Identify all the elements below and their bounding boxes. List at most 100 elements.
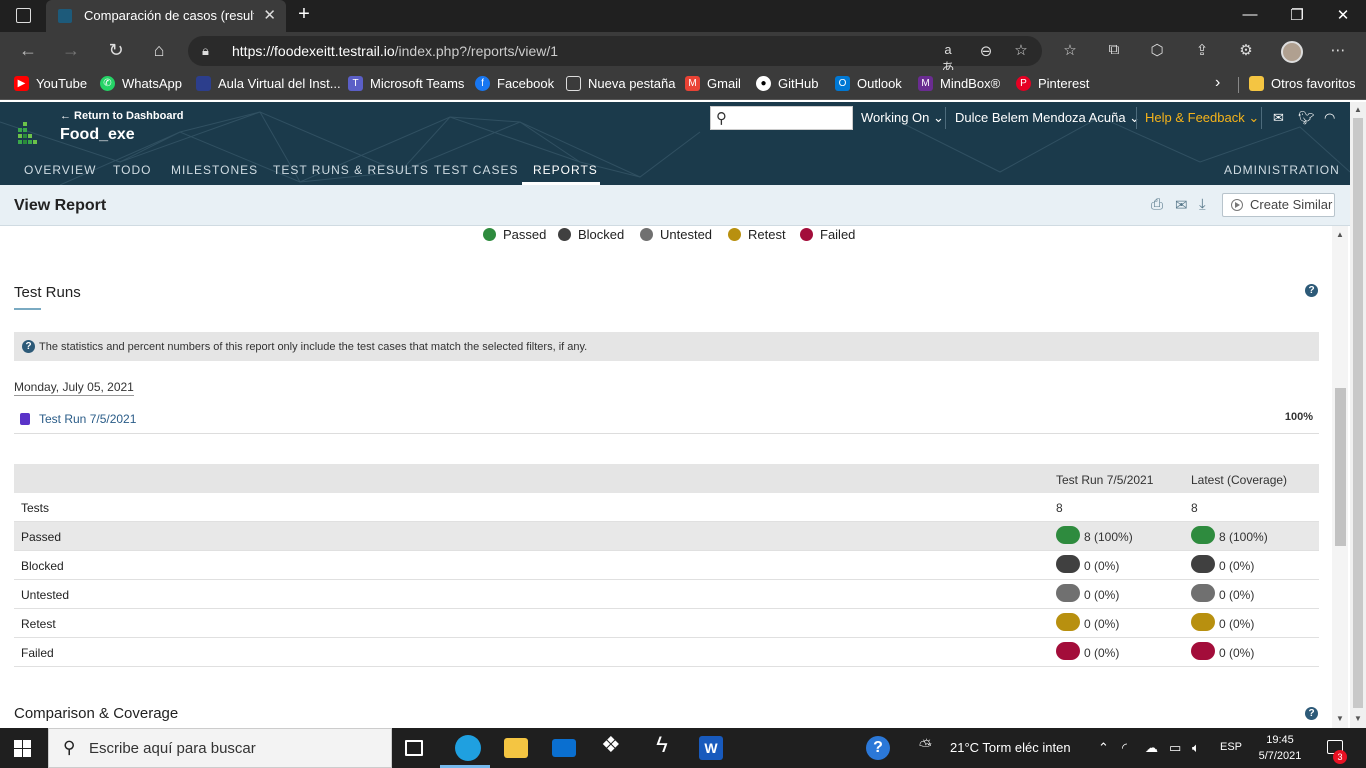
bookmark-whatsapp[interactable]: ✆ WhatsApp xyxy=(100,76,182,91)
mail-app-icon[interactable] xyxy=(552,739,576,757)
help-feedback-menu[interactable]: Help & Feedback ⌄ xyxy=(1145,110,1259,126)
bookmark-nueva-pestana[interactable]: Nueva pestaña xyxy=(566,76,675,91)
weather-text[interactable]: 21°C Torm eléc inten xyxy=(950,740,1071,755)
retest-pill-icon xyxy=(1191,613,1215,631)
extension-icon[interactable]: ⬡ xyxy=(1147,41,1167,59)
bookmark-outlook[interactable]: O Outlook xyxy=(835,76,902,91)
back-icon[interactable]: ← xyxy=(16,40,40,61)
return-to-dashboard-link[interactable]: ← Return to Dashboard xyxy=(60,110,183,122)
tray-overflow-icon[interactable]: ⌃ xyxy=(1098,740,1109,756)
nav-todo[interactable]: TODO xyxy=(113,163,151,177)
bookmark-pinterest[interactable]: P Pinterest xyxy=(1016,76,1089,91)
profile-avatar[interactable] xyxy=(1281,41,1303,63)
row-value: 0 (0%) xyxy=(1191,613,1254,631)
language-indicator[interactable]: ESP xyxy=(1220,741,1242,753)
test-run-percent: 100% xyxy=(1284,411,1313,423)
refresh-icon[interactable]: ↻ xyxy=(104,40,128,61)
help-icon[interactable]: ? xyxy=(1305,707,1318,720)
bookmark-label: Otros favoritos xyxy=(1271,76,1356,91)
restore-icon[interactable]: ❐ xyxy=(1287,6,1307,24)
scroll-down-arrow-icon[interactable]: ▼ xyxy=(1354,714,1362,723)
url-domain: https://foodexeitt.testrail.io xyxy=(232,43,395,59)
more-menu-icon[interactable]: ⋯ xyxy=(1328,41,1348,59)
rss-icon[interactable]: ◠ xyxy=(1324,110,1335,126)
content-scrollbar-thumb[interactable] xyxy=(1335,388,1346,546)
create-similar-button[interactable]: Create Similar xyxy=(1222,193,1335,217)
nav-milestones[interactable]: MILESTONES xyxy=(171,163,258,177)
scroll-up-arrow-icon[interactable]: ▲ xyxy=(1354,105,1362,114)
bookmark-otros-favoritos[interactable]: Otros favoritos xyxy=(1249,76,1356,91)
email-report-icon[interactable]: ✉ xyxy=(1175,196,1188,214)
print-icon[interactable]: ⎙ xyxy=(1151,196,1163,213)
new-tab-icon[interactable]: + xyxy=(294,3,314,26)
browser-toolbar: ← → ↻ ⌂ 🔒︎ https://foodexeitt.testrail.i… xyxy=(0,32,1366,75)
search-input[interactable]: ⚲ xyxy=(710,106,853,130)
table-row-blocked: Blocked 0 (0%) 0 (0%) xyxy=(14,551,1319,580)
nav-overview[interactable]: OVERVIEW xyxy=(24,163,96,177)
bookmark-teams[interactable]: T Microsoft Teams xyxy=(348,76,464,91)
test-run-link[interactable]: Test Run 7/5/2021 xyxy=(39,412,136,426)
bookmark-facebook[interactable]: f Facebook xyxy=(475,76,554,91)
minimize-icon[interactable]: — xyxy=(1240,6,1260,23)
close-tab-icon[interactable]: ✕ xyxy=(263,6,276,24)
cloud-icon[interactable]: ☁ xyxy=(1145,740,1158,756)
taskbar-clock[interactable]: 19:45 5/7/2021 xyxy=(1252,732,1308,764)
settings-sync-icon[interactable]: ⚙ xyxy=(1236,41,1256,59)
scroll-down-arrow-icon[interactable]: ▼ xyxy=(1336,714,1344,723)
nav-test-runs-results[interactable]: TEST RUNS & RESULTS xyxy=(273,163,429,177)
weather-icon[interactable]: ⛅︎ xyxy=(919,738,932,756)
bookmark-aula[interactable]: Aula Virtual del Inst... xyxy=(196,76,341,91)
zoom-icon[interactable]: ⊖ xyxy=(976,42,996,60)
value-text: 0 (0%) xyxy=(1084,588,1120,602)
project-name: Food_exe xyxy=(60,126,135,143)
sublime-icon[interactable]: ϟ xyxy=(650,732,674,757)
testrail-logo-icon xyxy=(18,122,38,144)
wifi-icon[interactable]: ◜ xyxy=(1122,740,1127,756)
tab-actions-icon[interactable] xyxy=(16,8,31,23)
add-favorite-icon[interactable]: ☆ xyxy=(1011,41,1031,59)
value-text: 0 (0%) xyxy=(1084,646,1120,660)
edge-browser-icon[interactable] xyxy=(455,735,481,761)
table-header: Test Run 7/5/2021 Latest (Coverage) xyxy=(14,464,1319,493)
row-value: 0 (0%) xyxy=(1056,642,1120,660)
windows-start-icon[interactable] xyxy=(14,740,31,757)
battery-icon[interactable]: ▭ xyxy=(1169,740,1181,756)
file-explorer-icon[interactable] xyxy=(504,738,528,758)
task-view-icon[interactable] xyxy=(405,740,423,756)
address-bar[interactable]: 🔒︎ https://foodexeitt.testrail.io/index.… xyxy=(188,36,1042,75)
bookmarks-overflow-icon[interactable]: › xyxy=(1215,74,1220,92)
close-window-icon[interactable]: ✕ xyxy=(1333,6,1353,24)
user-name: Dulce Belem Mendoza Acuña xyxy=(955,110,1126,125)
help-app-icon[interactable]: ? xyxy=(866,736,890,760)
help-icon[interactable]: ? xyxy=(1305,284,1318,297)
twitter-icon[interactable]: 🐦︎ xyxy=(1298,110,1315,126)
test-run-icon xyxy=(20,413,30,425)
word-icon[interactable]: W xyxy=(699,736,723,760)
nav-administration[interactable]: ADMINISTRATION xyxy=(1224,163,1340,177)
bookmark-github[interactable]: ● GitHub xyxy=(756,76,818,91)
header-divider xyxy=(1136,107,1137,129)
user-menu[interactable]: Dulce Belem Mendoza Acuña ⌄ xyxy=(955,110,1140,126)
volume-icon[interactable]: 🔈︎ xyxy=(1192,740,1200,756)
dropbox-icon[interactable]: ❖ xyxy=(601,732,625,757)
bookmark-youtube[interactable]: ▶ YouTube xyxy=(14,76,87,91)
share-icon[interactable]: ⇪ xyxy=(1192,41,1212,59)
bookmark-mindbox[interactable]: M MindBox® xyxy=(918,76,1000,91)
bookmark-gmail[interactable]: M Gmail xyxy=(685,76,741,91)
nav-reports[interactable]: REPORTS xyxy=(533,163,598,177)
scroll-up-arrow-icon[interactable]: ▲ xyxy=(1336,230,1344,239)
nav-test-cases[interactable]: TEST CASES xyxy=(434,163,518,177)
page-scrollbar-thumb[interactable] xyxy=(1353,118,1363,708)
browser-tab[interactable]: Comparación de casos (resultado ✕ xyxy=(46,0,286,32)
legend-blocked: Blocked xyxy=(558,227,624,242)
taskbar-search-input[interactable]: ⚲ Escribe aquí para buscar xyxy=(48,728,392,768)
home-icon[interactable]: ⌂ xyxy=(147,40,171,61)
working-on-label: Working On xyxy=(861,110,930,125)
download-icon[interactable]: ⤓ xyxy=(1199,196,1206,213)
favorites-icon[interactable]: ☆ xyxy=(1060,41,1080,59)
row-label: Failed xyxy=(21,646,54,660)
working-on-menu[interactable]: Working On ⌄ xyxy=(861,110,944,126)
collections-icon[interactable]: ⧉ xyxy=(1104,41,1124,58)
mail-icon[interactable]: ✉ xyxy=(1273,110,1284,126)
forward-icon[interactable]: → xyxy=(59,40,83,61)
